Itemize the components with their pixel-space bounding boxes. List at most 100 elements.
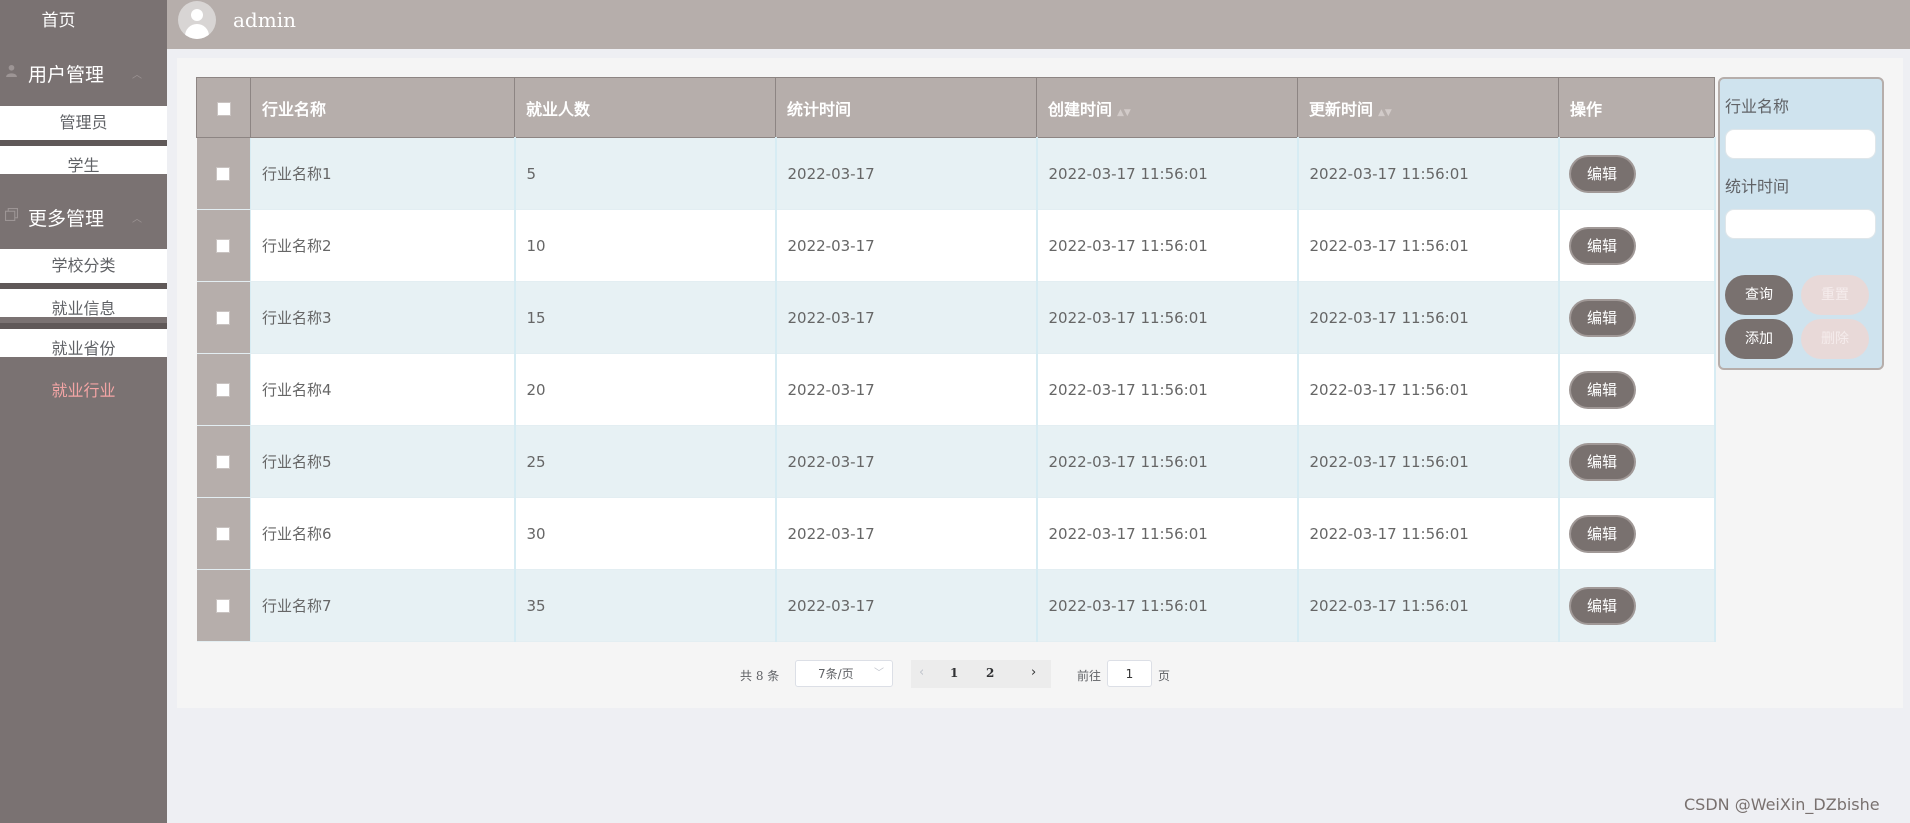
table-header-row: 行业名称 就业人数 统计时间 创建时间 ▲▼ 更新时间 ▲▼ 操作 [196,77,1715,138]
prev-page-icon[interactable]: ‹ [919,665,924,680]
cell-actions: 编辑 [1558,569,1716,642]
cell-actions: 编辑 [1558,353,1716,426]
cell-name: 行业名称7 [250,569,516,642]
menu-group-label: 更多管理 [28,208,105,230]
avatar[interactable] [178,1,216,39]
cell-actions: 编辑 [1558,281,1716,354]
row-select-cell [196,209,251,282]
row-checkbox[interactable] [216,239,231,253]
watermark: CSDN @WeiXin_DZbishe [1684,795,1880,814]
row-checkbox[interactable] [216,167,231,181]
cell-updated: 2022-03-17 11:56:01 [1297,281,1560,354]
goto-label: 前往 [1077,669,1102,683]
page-buttons: ‹ 1 2 › [911,660,1051,688]
cell-name: 行业名称2 [250,209,516,282]
cell-created: 2022-03-17 11:56:01 [1036,209,1299,282]
sidebar-item-school-category[interactable]: 学校分类 [0,249,167,283]
search-panel: 行业名称 统计时间 查询 重置 添加 删除 [1718,77,1884,370]
cell-name: 行业名称1 [250,137,516,210]
table-row: 行业名称5 25 2022-03-17 2022-03-17 11:56:01 2022… [196,425,1716,498]
delete-button[interactable]: 删除 [1801,319,1869,359]
sort-icon[interactable]: ▲▼ [1378,108,1392,118]
chevron-up-icon: ︿ [132,214,142,225]
cell-updated: 2022-03-17 11:56:01 [1297,137,1560,210]
cell-actions: 编辑 [1558,137,1716,210]
column-header-name: 行业名称 [250,77,515,138]
cell-created: 2022-03-17 11:56:01 [1036,137,1299,210]
row-select-cell [196,497,251,570]
cell-count: 30 [514,497,777,570]
edit-button[interactable]: 编辑 [1570,372,1634,407]
cell-created: 2022-03-17 11:56:01 [1036,353,1299,426]
menu-group-more-management[interactable]: 更多管理 ︿ [0,198,167,234]
sidebar: 首页 用户管理 ︿ 管理员 学生 更多管理 ︿ 学校分类 就业信息 就业省份 就… [0,0,167,823]
cell-name: 行业名称5 [250,425,516,498]
name-filter-label: 行业名称 [1725,97,1790,116]
edit-button[interactable]: 编辑 [1570,588,1634,623]
cell-created: 2022-03-17 11:56:01 [1036,569,1299,642]
add-button[interactable]: 添加 [1725,319,1793,359]
cell-actions: 编辑 [1558,497,1716,570]
edit-button[interactable]: 编辑 [1570,228,1634,263]
data-table: 行业名称 就业人数 统计时间 创建时间 ▲▼ 更新时间 ▲▼ 操作 行业名称1 5 20… [196,77,1716,642]
column-header-updated[interactable]: 更新时间 ▲▼ [1297,77,1559,138]
cell-updated: 2022-03-17 11:56:01 [1297,569,1560,642]
cell-updated: 2022-03-17 11:56:01 [1297,209,1560,282]
table-row: 行业名称4 20 2022-03-17 2022-03-17 11:56:01 2022… [196,353,1716,426]
edit-button[interactable]: 编辑 [1570,516,1634,551]
cell-count: 35 [514,569,777,642]
edit-button[interactable]: 编辑 [1570,300,1634,335]
next-page-icon[interactable]: › [1031,665,1036,680]
row-checkbox[interactable] [216,599,231,613]
cell-stat-date: 2022-03-17 [775,137,1038,210]
column-header-created[interactable]: 创建时间 ▲▼ [1036,77,1298,138]
sidebar-item-student[interactable]: 学生 [0,140,167,175]
cell-created: 2022-03-17 11:56:01 [1036,281,1299,354]
column-header-label: 创建时间 [1048,99,1113,119]
select-all-checkbox[interactable] [216,101,231,116]
sidebar-item-admin[interactable]: 管理员 [0,106,167,140]
page-size-select[interactable]: 7条/页 ﹀ [795,660,893,687]
edit-button[interactable]: 编辑 [1570,156,1634,191]
cell-stat-date: 2022-03-17 [775,425,1038,498]
cell-count: 25 [514,425,777,498]
query-button[interactable]: 查询 [1725,275,1793,315]
column-header-actions: 操作 [1558,77,1715,138]
cell-count: 15 [514,281,777,354]
total-count: 共 8 条 [740,669,780,683]
cell-count: 10 [514,209,777,282]
sort-icon[interactable]: ▲▼ [1117,108,1131,118]
sidebar-item-employment-province[interactable]: 就业省份 [0,323,167,358]
username[interactable]: admin [233,8,296,32]
goto-page-input[interactable]: 1 [1107,660,1152,687]
cell-name: 行业名称3 [250,281,516,354]
sidebar-item-employment-info[interactable]: 就业信息 [0,283,167,318]
cell-created: 2022-03-17 11:56:01 [1036,425,1299,498]
row-checkbox[interactable] [216,311,231,325]
row-checkbox[interactable] [216,455,231,469]
row-checkbox[interactable] [216,527,231,541]
chevron-up-icon: ︿ [132,70,142,81]
row-select-cell [196,425,251,498]
menu-group-user-management[interactable]: 用户管理 ︿ [0,54,167,90]
cell-stat-date: 2022-03-17 [775,353,1038,426]
name-filter-input[interactable] [1725,129,1876,159]
cell-stat-date: 2022-03-17 [775,281,1038,354]
cell-updated: 2022-03-17 11:56:01 [1297,353,1560,426]
nav-home[interactable]: 首页 [0,6,117,31]
cell-name: 行业名称6 [250,497,516,570]
date-filter-input[interactable] [1725,209,1876,239]
row-checkbox[interactable] [216,383,231,397]
sidebar-item-employment-industry[interactable]: 就业行业 [0,377,167,401]
edit-button[interactable]: 编辑 [1570,444,1634,479]
table-row: 行业名称2 10 2022-03-17 2022-03-17 11:56:01 2022… [196,209,1716,282]
cell-updated: 2022-03-17 11:56:01 [1297,425,1560,498]
cell-updated: 2022-03-17 11:56:01 [1297,497,1560,570]
page-button-1[interactable]: 1 [950,666,958,680]
page-button-2[interactable]: 2 [986,666,994,680]
user-icon [6,64,17,77]
reset-button[interactable]: 重置 [1801,275,1869,315]
cell-stat-date: 2022-03-17 [775,497,1038,570]
table-row: 行业名称6 30 2022-03-17 2022-03-17 11:56:01 2022… [196,497,1716,570]
cell-count: 20 [514,353,777,426]
